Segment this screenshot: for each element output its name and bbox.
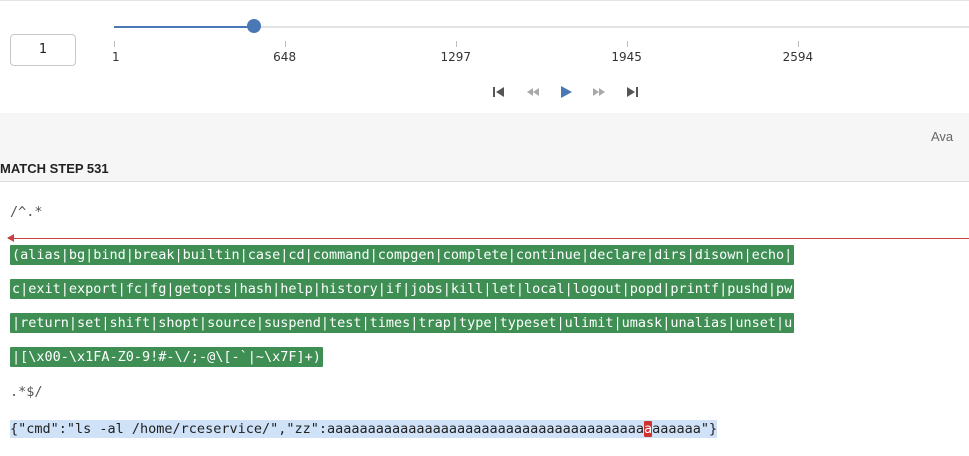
available-label: Ava <box>931 129 954 144</box>
regex-highlight-line: c|exit|export|fc|fg|getopts|hash|help|hi… <box>10 279 795 299</box>
slider-tick <box>114 41 115 47</box>
step-back-icon[interactable] <box>524 83 542 101</box>
match-step-header: Ava MATCH STEP 531 <box>0 113 969 182</box>
slider-tick <box>797 41 799 47</box>
step-slider-track[interactable] <box>114 26 969 28</box>
skip-last-icon[interactable] <box>623 83 641 101</box>
slider-tick <box>626 41 628 47</box>
regex-highlight-line: |return|set|shift|shopt|source|suspend|t… <box>10 313 795 333</box>
backtrack-arrow-line <box>8 238 969 239</box>
step-slider-fill <box>114 26 254 28</box>
skip-first-icon[interactable] <box>490 83 508 101</box>
regex-debugger-view: /^.* (alias|bg|bind|break|builtin|case|c… <box>0 182 969 456</box>
match-cursor-char: a <box>643 421 653 437</box>
slider-tick-label: 648 <box>273 50 297 64</box>
regex-close-line: .*$/ <box>10 384 43 400</box>
playback-controls <box>484 81 654 103</box>
regex-open-line: /^.* <box>10 204 43 220</box>
step-number-input[interactable]: 1 <box>10 34 76 66</box>
backtrack-arrow-icon <box>7 234 14 242</box>
subject-before-cursor: {"cmd":"ls -al /home/rceservice/","zz":a… <box>10 421 644 437</box>
match-step-title: MATCH STEP 531 <box>0 161 109 176</box>
regex-highlight-line: |[\x00-\x1FA-Z0-9!#-\/;-@\[-`|~\x7F]+) <box>10 347 323 367</box>
play-icon[interactable] <box>557 83 575 101</box>
slider-tick <box>455 41 457 47</box>
step-forward-icon[interactable] <box>590 83 608 101</box>
slider-tick-label: 1945 <box>611 50 642 64</box>
step-navigator-panel: 1 1 648 1297 1945 2594 <box>0 0 969 115</box>
slider-tick-label: 1 <box>112 50 120 64</box>
step-slider-thumb[interactable] <box>246 19 261 33</box>
subject-string: {"cmd":"ls -al /home/rceservice/","zz":a… <box>10 420 718 438</box>
slider-tick-label: 2594 <box>782 50 814 64</box>
slider-tick-label: 1297 <box>440 50 472 64</box>
subject-after-cursor: aaaaaa"} <box>652 421 718 437</box>
regex-highlight-line: (alias|bg|bind|break|builtin|case|cd|com… <box>10 245 795 265</box>
slider-tick <box>284 41 286 47</box>
